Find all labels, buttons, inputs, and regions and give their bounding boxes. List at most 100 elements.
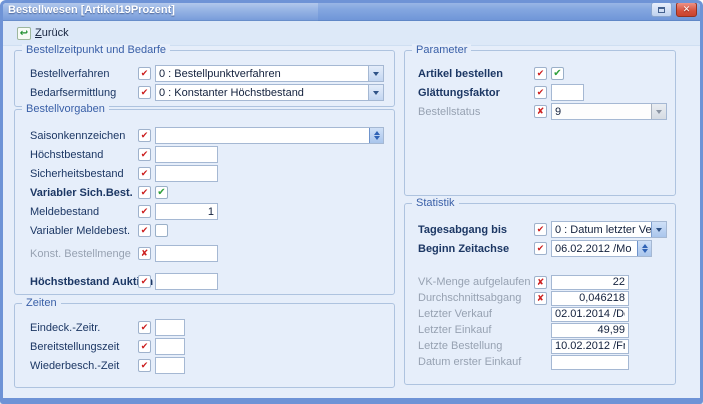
beginn-zeitachse-datepicker[interactable]: 06.02.2012 /Mo [551, 240, 652, 257]
edit-flag-icon[interactable]: ✔ [534, 67, 547, 80]
row-bestellstatus: Bestellstatus ✘ 9 [418, 102, 667, 121]
restore-button[interactable] [651, 2, 672, 17]
wiederbesch-zeit-input[interactable] [155, 357, 185, 374]
edit-flag-icon[interactable]: ✔ [534, 86, 547, 99]
tagesabgang-bis-label: Tagesabgang bis [418, 224, 534, 236]
letzter-einkauf-input [551, 323, 629, 338]
edit-flag-icon[interactable]: ✔ [534, 223, 547, 236]
dropdown-arrow-icon[interactable] [651, 222, 666, 237]
edit-flag-icon[interactable]: ✔ [138, 167, 151, 180]
beginn-zeitachse-label: Beginn Zeitachse [418, 243, 534, 255]
back-label: Zurück [35, 27, 69, 39]
row-hoechstbestand: Höchstbestand ✔ [30, 145, 384, 164]
row-artikel-bestellen: Artikel bestellen ✔ ✔ [418, 64, 667, 83]
meldebestand-label: Meldebestand [30, 206, 138, 218]
row-bereitstellungszeit: Bereitstellungszeit ✔ [30, 337, 384, 356]
row-variabler-meldebest: Variabler Meldebest. ✔ [30, 221, 384, 240]
saisonkennzeichen-picker[interactable] [155, 127, 384, 144]
bestellstatus-label: Bestellstatus [418, 106, 534, 118]
variabler-sich-best-label: Variabler Sich.Best. [30, 187, 138, 199]
row-datum-erster-einkauf: Datum erster Einkauf [418, 354, 667, 370]
edit-flag-icon[interactable]: ✔ [138, 148, 151, 161]
window-title: Bestellwesen [Artikel19Prozent] [8, 4, 175, 16]
dropdown-arrow-icon [651, 104, 666, 119]
resize-gripper[interactable] [350, 400, 360, 404]
group-statistik: Statistik Tagesabgang bis ✔ 0 : Datum le… [404, 203, 676, 385]
locked-flag-icon[interactable]: ✘ [534, 276, 547, 289]
row-saisonkennzeichen: Saisonkennzeichen ✔ [30, 126, 384, 145]
glaettungsfaktor-input[interactable] [551, 84, 584, 101]
edit-flag-icon[interactable]: ✔ [138, 275, 151, 288]
close-icon: ✕ [683, 4, 691, 15]
durchschnittsabgang-label: Durchschnittsabgang [418, 292, 534, 304]
row-bedarfsermittlung: Bedarfsermittlung ✔ 0 : Konstanter Höchs… [30, 83, 384, 102]
locked-flag-icon[interactable]: ✘ [534, 292, 547, 305]
group-bestellzeitpunkt: Bestellzeitpunkt und Bedarfe Bestellverf… [14, 50, 395, 107]
hoechstbestand-input[interactable] [155, 146, 218, 163]
bereitstellungszeit-input[interactable] [155, 338, 185, 355]
bedarfsermittlung-dropdown[interactable]: 0 : Konstanter Höchstbestand [155, 84, 384, 101]
row-sicherheitsbestand: Sicherheitsbestand ✔ [30, 164, 384, 183]
dropdown-arrow-icon[interactable] [368, 66, 383, 81]
edit-flag-icon[interactable]: ✔ [138, 129, 151, 142]
hoechstbestand-auktion-input[interactable] [155, 273, 218, 290]
row-konst-bestellmenge: Konst. Bestellmenge ✘ [30, 244, 384, 263]
variabler-meldebest-label: Variabler Meldebest. [30, 225, 138, 237]
row-letzte-bestellung: Letzte Bestellung [418, 338, 667, 354]
edit-flag-icon[interactable]: ✔ [138, 224, 151, 237]
durchschnittsabgang-input [551, 291, 629, 306]
row-vk-menge: VK-Menge aufgelaufen ✘ [418, 274, 667, 290]
letzte-bestellung-label: Letzte Bestellung [418, 340, 534, 352]
toolbar: ↩ Zurück [0, 21, 703, 46]
back-button[interactable]: ↩ Zurück [17, 27, 69, 40]
locked-flag-icon[interactable]: ✘ [534, 105, 547, 118]
edit-flag-icon[interactable]: ✔ [138, 67, 151, 80]
edit-flag-icon[interactable]: ✔ [138, 186, 151, 199]
row-eindeck-zeitr: Eindeck.-Zeitr. ✔ [30, 318, 384, 337]
datum-erster-einkauf-label: Datum erster Einkauf [418, 356, 534, 368]
group-zeiten: Zeiten Eindeck.-Zeitr. ✔ Bereitstellungs… [14, 303, 395, 388]
dropdown-arrow-icon[interactable] [368, 85, 383, 100]
row-durchschnittsabgang: Durchschnittsabgang ✘ [418, 290, 667, 306]
meldebestand-input[interactable] [155, 203, 218, 220]
edit-flag-icon[interactable]: ✔ [138, 321, 151, 334]
bereitstellungszeit-label: Bereitstellungszeit [30, 341, 138, 353]
group-bestellvorgaben: Bestellvorgaben Saisonkennzeichen ✔ Höch… [14, 109, 395, 295]
row-wiederbesch-zeit: Wiederbesch.-Zeit ✔ [30, 356, 384, 375]
variabler-meldebest-checkbox[interactable] [155, 224, 168, 237]
hoechstbestand-auktion-label: Höchstbestand Auktion [30, 276, 138, 288]
vk-menge-label: VK-Menge aufgelaufen [418, 276, 534, 288]
eindeck-zeitr-input[interactable] [155, 319, 185, 336]
bestellverfahren-label: Bestellverfahren [30, 68, 138, 80]
titlebar: Bestellwesen [Artikel19Prozent] ✕ [0, 0, 703, 21]
row-meldebestand: Meldebestand ✔ [30, 202, 384, 221]
close-button[interactable]: ✕ [676, 2, 697, 17]
edit-flag-icon[interactable]: ✔ [138, 86, 151, 99]
artikel-bestellen-checkbox[interactable]: ✔ [551, 67, 564, 80]
konst-bestellmenge-label: Konst. Bestellmenge [30, 248, 138, 260]
eindeck-zeitr-label: Eindeck.-Zeitr. [30, 322, 138, 334]
tagesabgang-bis-dropdown[interactable]: 0 : Datum letzter Verkauf [551, 221, 667, 238]
wiederbesch-zeit-label: Wiederbesch.-Zeit [30, 360, 138, 372]
variabler-sich-best-checkbox[interactable]: ✔ [155, 186, 168, 199]
spinner-icon[interactable] [369, 128, 383, 143]
edit-flag-icon[interactable]: ✔ [138, 205, 151, 218]
bestellstatus-dropdown: 9 [551, 103, 667, 120]
sicherheitsbestand-label: Sicherheitsbestand [30, 168, 138, 180]
hoechstbestand-label: Höchstbestand [30, 149, 138, 161]
letzter-verkauf-input [551, 307, 629, 322]
row-bestellverfahren: Bestellverfahren ✔ 0 : Bestellpunktverfa… [30, 64, 384, 83]
konst-bestellmenge-input [155, 245, 218, 262]
sicherheitsbestand-input[interactable] [155, 165, 218, 182]
edit-flag-icon[interactable]: ✔ [138, 340, 151, 353]
spinner-icon[interactable] [637, 241, 651, 256]
row-tagesabgang-bis: Tagesabgang bis ✔ 0 : Datum letzter Verk… [418, 220, 667, 239]
row-variabler-sich-best: Variabler Sich.Best. ✔ ✔ [30, 183, 384, 202]
locked-flag-icon[interactable]: ✘ [138, 247, 151, 260]
bestellverfahren-dropdown[interactable]: 0 : Bestellpunktverfahren [155, 65, 384, 82]
row-beginn-zeitachse: Beginn Zeitachse ✔ 06.02.2012 /Mo [418, 239, 667, 258]
row-glaettungsfaktor: Glättungsfaktor ✔ [418, 83, 667, 102]
datum-erster-einkauf-input [551, 355, 629, 370]
edit-flag-icon[interactable]: ✔ [534, 242, 547, 255]
edit-flag-icon[interactable]: ✔ [138, 359, 151, 372]
